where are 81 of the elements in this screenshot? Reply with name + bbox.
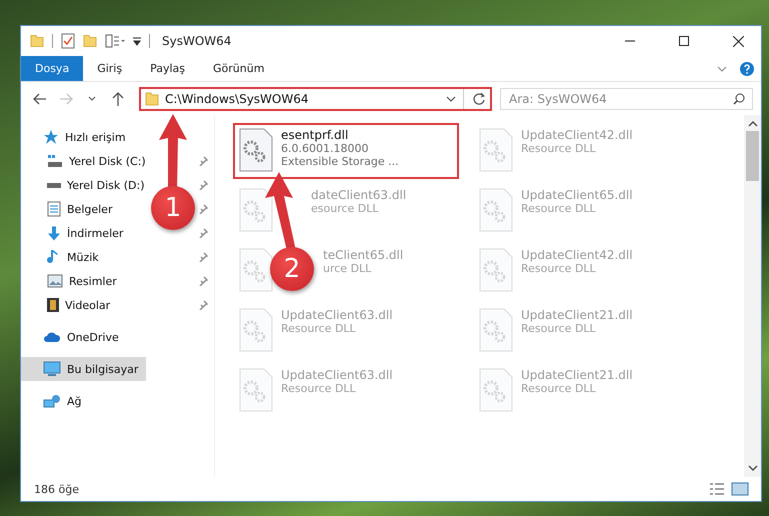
gear-file-icon (479, 188, 513, 232)
document-icon (47, 201, 61, 217)
help-icon[interactable] (739, 60, 755, 76)
sidebar-item[interactable]: Yerel Disk (C:) (21, 149, 148, 173)
sidebar-item[interactable]: Belgeler (21, 197, 114, 221)
scroll-down-icon[interactable] (748, 465, 758, 471)
picture-icon (47, 274, 63, 288)
item-count: 186 öğe (34, 482, 80, 496)
address-field[interactable]: C:\Windows\SysWOW64 (139, 86, 492, 110)
file-details: urce DLL (323, 262, 372, 275)
file-details: Resource DLL (521, 202, 597, 215)
file-details: Resource DLL (521, 262, 597, 275)
search-icon[interactable] (733, 92, 745, 104)
gear-file-icon (479, 128, 513, 172)
sidebar-item[interactable]: Yerel Disk (D:) (21, 173, 147, 197)
file-name[interactable]: esentprf.dll (281, 128, 399, 142)
pin-icon[interactable] (198, 156, 208, 166)
scroll-up-icon[interactable] (748, 121, 758, 127)
ribbon-tab[interactable]: Görünüm (199, 56, 278, 81)
monitor-icon (43, 361, 61, 377)
sidebar-item[interactable]: OneDrive (21, 325, 121, 349)
file-details: Resource DLL (281, 322, 357, 335)
arrow-right-icon (59, 92, 73, 104)
music-note-icon (47, 249, 61, 265)
sidebar-item[interactable]: Bu bilgisayar (21, 357, 146, 381)
sidebar-item[interactable]: Hızlı erişim (21, 125, 128, 149)
sidebar-item[interactable]: Müzik (21, 245, 101, 269)
file-details: Extensible Storage ... (281, 155, 399, 168)
pin-icon[interactable] (198, 252, 208, 262)
sidebar-item[interactable]: Ağ (21, 389, 84, 413)
minimize-icon (625, 40, 635, 42)
folder-icon (145, 92, 159, 106)
sidebar-item[interactable]: Videolar (21, 293, 112, 317)
scrollbar[interactable] (744, 115, 761, 477)
pin-icon[interactable] (198, 204, 208, 214)
pin-icon[interactable] (198, 228, 208, 238)
file-details: Resource DLL (281, 382, 357, 395)
file-details: Resource DLL (521, 322, 597, 335)
checklist-icon[interactable] (61, 33, 75, 49)
sidebar-item[interactable]: Resimler (21, 269, 119, 293)
sidebar-item[interactable]: İndirmeler (21, 221, 126, 245)
window-title: SysWOW64 (162, 34, 232, 48)
network-icon (43, 394, 61, 408)
gear-file-icon (479, 308, 513, 352)
chevron-down-icon (88, 96, 96, 102)
cloud-icon (43, 332, 61, 342)
film-icon (47, 298, 59, 312)
gear-file-icon (239, 308, 273, 352)
close-icon (732, 36, 744, 46)
dropdown-icon[interactable] (133, 36, 141, 46)
drive-icon (47, 182, 61, 188)
search-field[interactable]: Ara: SysWOW64 (500, 88, 753, 110)
scrollbar-thumb[interactable] (746, 131, 759, 181)
file-details: 6.0.6001.18000 (281, 142, 370, 155)
ribbon-tab[interactable]: Dosya (21, 56, 84, 81)
large-icons-view-icon[interactable] (731, 482, 749, 496)
gear-file-icon (479, 248, 513, 292)
pin-icon[interactable] (198, 276, 208, 286)
pin-icon[interactable] (198, 180, 208, 190)
star-icon (43, 130, 59, 144)
properties-icon[interactable] (105, 34, 125, 48)
ribbon-tab[interactable]: Paylaş (136, 56, 199, 81)
arrow-left-icon (33, 92, 47, 104)
ribbon-tab[interactable]: Giriş (83, 56, 136, 81)
chevron-down-icon[interactable] (445, 94, 457, 102)
arrow-up-icon (112, 92, 124, 106)
step-number-badge: 1 (151, 186, 195, 230)
step-number-badge: 2 (270, 247, 314, 291)
file-details: Resource DLL (521, 142, 597, 155)
drive-icon (47, 154, 63, 168)
pin-icon[interactable] (198, 300, 208, 310)
gear-file-icon (239, 128, 273, 172)
details-view-icon[interactable] (709, 483, 725, 495)
gear-file-icon (239, 248, 273, 292)
gear-file-icon (479, 368, 513, 412)
gear-file-icon (239, 188, 273, 232)
gear-file-icon (239, 368, 273, 412)
download-arrow-icon (47, 226, 61, 240)
maximize-icon (679, 36, 689, 46)
file-details: esource DLL (311, 202, 380, 215)
file-details: Resource DLL (521, 382, 597, 395)
